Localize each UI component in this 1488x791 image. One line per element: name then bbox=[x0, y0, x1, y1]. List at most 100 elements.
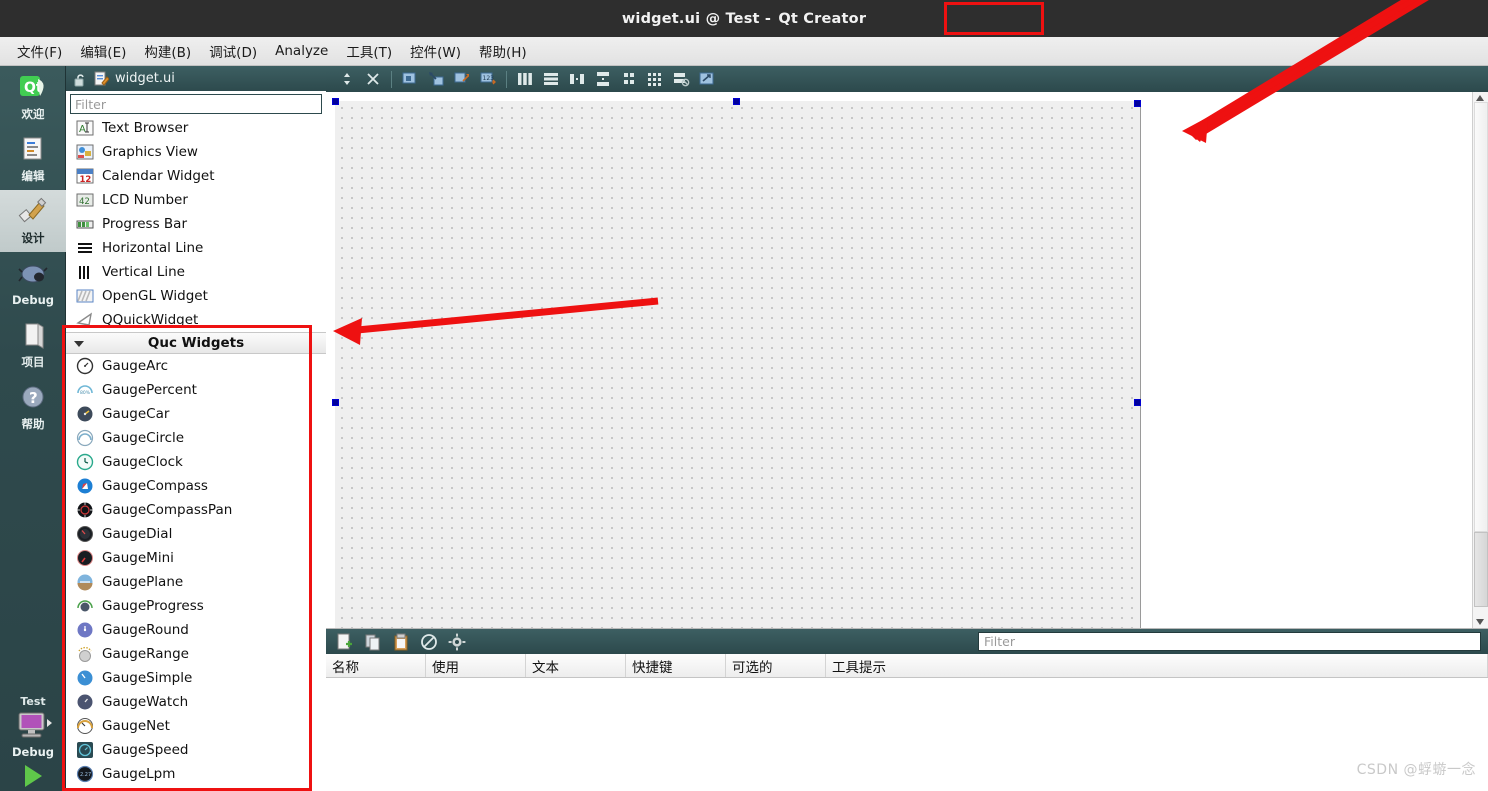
widget-item-gaugecircle[interactable]: GaugeCircle bbox=[66, 426, 326, 450]
scrollbar-thumb[interactable] bbox=[1474, 532, 1488, 607]
column-header-used[interactable]: 使用 bbox=[426, 654, 526, 677]
edit-widgets-icon[interactable] bbox=[399, 69, 421, 89]
column-header-shortcut[interactable]: 快捷键 bbox=[626, 654, 726, 677]
settings-gear-icon[interactable] bbox=[446, 632, 468, 652]
paste-icon[interactable] bbox=[390, 632, 412, 652]
widget-item-label: GaugeSimple bbox=[102, 670, 193, 686]
widget-item-gaugecar[interactable]: GaugeCar bbox=[66, 402, 326, 426]
mode-item-edit[interactable]: 编辑 bbox=[0, 128, 66, 190]
widget-item-vertical-line[interactable]: Vertical Line bbox=[66, 260, 326, 284]
canvas-vertical-scrollbar[interactable] bbox=[1472, 92, 1488, 628]
scroll-up-icon[interactable] bbox=[1476, 95, 1484, 101]
widget-item-gaugedial[interactable]: GaugeDial bbox=[66, 522, 326, 546]
menu-item-debug[interactable]: 调试(D) bbox=[200, 38, 266, 64]
widget-item-label: LCD Number bbox=[102, 192, 188, 208]
widget-item-progress-bar[interactable]: Progress Bar bbox=[66, 212, 326, 236]
action-table-header: 名称 使用 文本 快捷键 可选的 工具提示 bbox=[326, 654, 1488, 678]
csdn-watermark: CSDN @蜉蝣一念 bbox=[1356, 762, 1476, 778]
unlocked-padlock-icon[interactable] bbox=[74, 72, 87, 86]
mode-item-debug[interactable]: Debug bbox=[0, 252, 66, 314]
layout-horizontally-icon[interactable] bbox=[514, 69, 536, 89]
gauge-round-icon bbox=[76, 621, 94, 639]
selection-handle-top-right[interactable] bbox=[1134, 100, 1141, 107]
mode-item-projects[interactable]: 项目 bbox=[0, 314, 66, 376]
scrollbar-track[interactable] bbox=[1474, 102, 1488, 532]
break-layout-icon[interactable] bbox=[670, 69, 692, 89]
widget-filter-input[interactable]: Filter bbox=[70, 94, 322, 114]
widget-item-gaugenet[interactable]: GaugeNet bbox=[66, 714, 326, 738]
layout-form-icon[interactable] bbox=[644, 69, 666, 89]
menubar: 文件(F) 编辑(E) 构建(B) 调试(D) Analyze 工具(T) 控件… bbox=[0, 37, 1488, 66]
menu-item-file[interactable]: 文件(F) bbox=[8, 38, 71, 64]
copy-icon[interactable] bbox=[362, 632, 384, 652]
column-header-name[interactable]: 名称 bbox=[326, 654, 426, 677]
widget-item-gaugeround[interactable]: GaugeRound bbox=[66, 618, 326, 642]
widget-item-gaugeclock[interactable]: GaugeClock bbox=[66, 450, 326, 474]
menu-item-widgets[interactable]: 控件(W) bbox=[401, 38, 470, 64]
gauge-plane-icon bbox=[76, 573, 94, 591]
widget-item-gaugecolor[interactable]: GaugeColor bbox=[66, 786, 326, 791]
split-editor-icon[interactable] bbox=[336, 69, 358, 89]
column-header-checkable[interactable]: 可选的 bbox=[726, 654, 826, 677]
widget-item-text-browser[interactable]: A Text Browser bbox=[66, 116, 326, 140]
widget-item-gaugerange[interactable]: GaugeRange bbox=[66, 642, 326, 666]
widget-item-graphics-view[interactable]: Graphics View bbox=[66, 140, 326, 164]
editor-tab-label[interactable]: widget.ui bbox=[115, 71, 175, 86]
widget-item-gaugelpm[interactable]: 2.27 GaugeLpm bbox=[66, 762, 326, 786]
form-widget[interactable] bbox=[335, 101, 1141, 628]
widget-item-gaugespeed[interactable]: GaugeSpeed bbox=[66, 738, 326, 762]
widget-item-lcd-number[interactable]: 42 LCD Number bbox=[66, 188, 326, 212]
widget-item-horizontal-line[interactable]: Horizontal Line bbox=[66, 236, 326, 260]
action-editor-toolbar: Filter bbox=[326, 629, 1488, 654]
new-action-icon[interactable] bbox=[334, 632, 356, 652]
column-header-tooltip[interactable]: 工具提示 bbox=[826, 654, 1488, 677]
widget-item-gaugearc[interactable]: GaugeArc bbox=[66, 354, 326, 378]
widget-item-gaugesimple[interactable]: GaugeSimple bbox=[66, 666, 326, 690]
play-icon[interactable] bbox=[24, 765, 42, 787]
layout-grid-icon[interactable] bbox=[618, 69, 640, 89]
widget-item-qquickwidget[interactable]: QQuickWidget bbox=[66, 308, 326, 332]
widget-item-gaugeprogress[interactable]: GaugeProgress bbox=[66, 594, 326, 618]
edit-buddies-icon[interactable] bbox=[451, 69, 473, 89]
widget-item-gaugemini[interactable]: GaugeMini bbox=[66, 546, 326, 570]
widget-item-gaugecompasspan[interactable]: GaugeCompassPan bbox=[66, 498, 326, 522]
widget-item-gaugecompass[interactable]: GaugeCompass bbox=[66, 474, 326, 498]
selection-handle-top-left[interactable] bbox=[332, 98, 339, 105]
mode-item-help[interactable]: ? 帮助 bbox=[0, 376, 66, 438]
selection-handle-top-center[interactable] bbox=[733, 98, 740, 105]
widget-item-gaugewatch[interactable]: GaugeWatch bbox=[66, 690, 326, 714]
mode-item-welcome[interactable]: Qt 欢迎 bbox=[0, 66, 66, 128]
target-selector-icon[interactable] bbox=[12, 710, 54, 744]
edit-signals-slots-icon[interactable] bbox=[425, 69, 447, 89]
widget-item-gaugepercent[interactable]: 80% GaugePercent bbox=[66, 378, 326, 402]
layout-splitter-horizontal-icon[interactable] bbox=[566, 69, 588, 89]
selection-handle-middle-left[interactable] bbox=[332, 399, 339, 406]
menu-item-help[interactable]: 帮助(H) bbox=[470, 38, 536, 64]
edit-tab-order-icon[interactable]: 123 bbox=[477, 69, 499, 89]
widget-group-quc-widgets[interactable]: Quc Widgets bbox=[66, 332, 326, 354]
scroll-down-icon[interactable] bbox=[1476, 619, 1484, 625]
menu-item-edit[interactable]: 编辑(E) bbox=[71, 38, 135, 64]
action-filter-input[interactable]: Filter bbox=[978, 632, 1481, 651]
menu-item-analyze[interactable]: Analyze bbox=[266, 40, 337, 62]
layout-splitter-vertical-icon[interactable] bbox=[592, 69, 614, 89]
menu-item-build[interactable]: 构建(B) bbox=[135, 38, 200, 64]
widget-item-gaugeplane[interactable]: GaugePlane bbox=[66, 570, 326, 594]
adjust-size-icon[interactable] bbox=[696, 69, 718, 89]
close-editor-icon[interactable] bbox=[362, 69, 384, 89]
widget-item-opengl-widget[interactable]: OpenGL Widget bbox=[66, 284, 326, 308]
run-config-label: Debug bbox=[12, 745, 54, 759]
menu-item-tools[interactable]: 工具(T) bbox=[337, 38, 401, 64]
widget-item-label: GaugeCompassPan bbox=[102, 502, 233, 518]
widget-item-calendar-widget[interactable]: 12 Calendar Widget bbox=[66, 164, 326, 188]
delete-action-icon[interactable] bbox=[418, 632, 440, 652]
column-header-text[interactable]: 文本 bbox=[526, 654, 626, 677]
mode-item-design[interactable]: 设计 bbox=[0, 190, 66, 252]
form-canvas-area[interactable] bbox=[326, 92, 1488, 628]
mode-item-edit-label: 编辑 bbox=[21, 168, 45, 183]
mode-item-debug-label: Debug bbox=[12, 292, 54, 307]
widget-box-list[interactable]: A Text Browser Graphics View 12 Calendar… bbox=[66, 116, 326, 791]
selection-handle-middle-right[interactable] bbox=[1134, 399, 1141, 406]
action-table-body[interactable] bbox=[326, 678, 1488, 791]
layout-vertically-icon[interactable] bbox=[540, 69, 562, 89]
